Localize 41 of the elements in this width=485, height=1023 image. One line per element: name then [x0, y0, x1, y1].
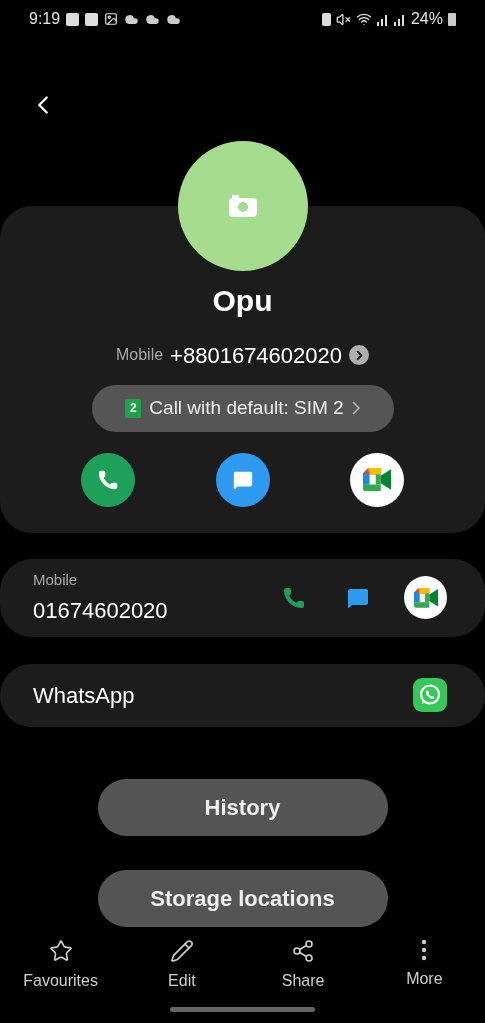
- signal-icon: [376, 12, 389, 26]
- battery-icon: [448, 12, 456, 26]
- app-name: WhatsApp: [33, 681, 135, 710]
- video-call-button[interactable]: [350, 452, 404, 507]
- phone-icon: [97, 468, 119, 491]
- app-notification-icon: [66, 12, 80, 26]
- video-call-icon: [413, 587, 438, 608]
- number-label: Mobile: [115, 345, 164, 366]
- battery-percent: 24%: [410, 9, 443, 29]
- phone-number: +8801674602020: [170, 341, 343, 370]
- entry-number: 01674602020: [33, 596, 169, 625]
- image-icon: [104, 12, 119, 26]
- more-icon: [421, 939, 428, 961]
- entry-label: Mobile: [33, 570, 79, 590]
- phone-bubble-icon[interactable]: [413, 678, 447, 713]
- mute-icon: [335, 11, 351, 27]
- default-sim-button[interactable]: 2 Call with default: SIM 2: [91, 384, 394, 432]
- nav-button[interactable]: Edit: [121, 939, 243, 993]
- nav-button[interactable]: More: [363, 939, 485, 993]
- contact-name: Opu: [212, 285, 273, 316]
- nav-button[interactable]: Favourites: [0, 939, 122, 993]
- call-icon[interactable]: [282, 585, 306, 610]
- battery-saver-icon: [321, 12, 331, 26]
- sim-icon: 2: [125, 398, 142, 418]
- video-call-button[interactable]: [404, 576, 447, 620]
- camera-icon: [228, 194, 257, 217]
- status-time: 9:19: [29, 9, 61, 29]
- app-notification-icon: [85, 12, 99, 26]
- star-icon: [48, 939, 73, 963]
- signal-icon: [393, 12, 406, 26]
- action-button[interactable]: Storage locations: [97, 870, 388, 927]
- wifi-icon: [355, 11, 372, 27]
- pencil-icon: [169, 939, 194, 963]
- chevron-icon[interactable]: [349, 345, 370, 366]
- action-button[interactable]: History: [97, 779, 388, 836]
- app-card[interactable]: WhatsApp: [0, 663, 485, 727]
- share-icon: [291, 939, 316, 963]
- chevron-icon: [351, 401, 360, 416]
- call-button[interactable]: [81, 452, 135, 507]
- nav-button[interactable]: Share: [242, 939, 364, 993]
- video-call-icon: [363, 468, 391, 492]
